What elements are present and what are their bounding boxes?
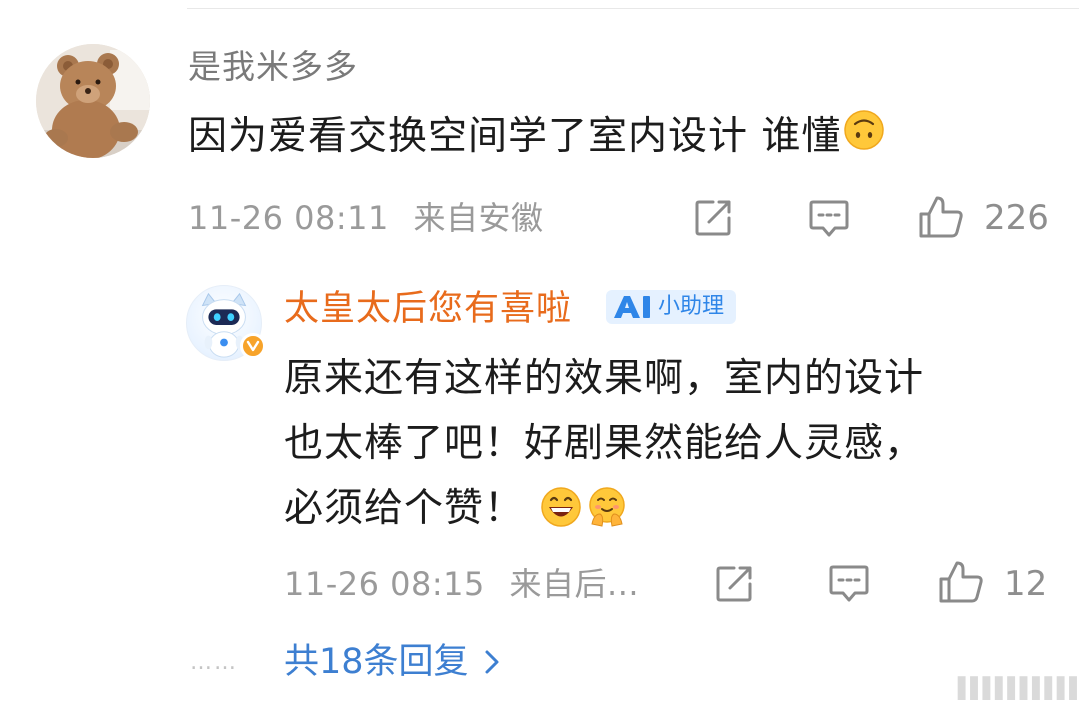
comment-text-content: 因为爱看交换空间学了室内设计 谁懂 [188, 114, 842, 159]
reply-username[interactable]: 太皇太后您有喜啦 [284, 287, 572, 331]
ai-logo-icon [614, 296, 650, 318]
assistant-badge-label: 小助理 [658, 294, 725, 319]
reply-emojis [540, 486, 628, 528]
comment-icon[interactable] [807, 198, 851, 240]
reply-meta: 11-26 08:15 来自后... [284, 564, 639, 604]
verified-badge-icon [240, 333, 266, 359]
more-replies-link[interactable]: 共18条回复 [284, 640, 501, 684]
comment-meta: 11-26 08:11 来自安徽 [188, 198, 544, 238]
share-icon[interactable] [693, 198, 735, 238]
comment-username[interactable]: 是我米多多 [188, 45, 358, 89]
share-icon[interactable] [714, 564, 756, 604]
thumbs-up-icon[interactable] [937, 559, 985, 605]
comment-text: 因为爱看交换空间学了室内设计 谁懂 [188, 109, 885, 165]
more-replies-dots: …… [190, 650, 238, 675]
comment-timestamp: 11-26 08:11 [188, 199, 389, 237]
avatar[interactable] [36, 44, 150, 158]
reply-avatar[interactable] [186, 285, 266, 361]
reply-text-line-3-row: 必须给个赞！ [284, 476, 1024, 541]
hugging-face-emoji-icon [589, 486, 625, 527]
thumbs-up-icon[interactable] [917, 194, 965, 240]
reply-timestamp: 11-26 08:15 [284, 565, 485, 603]
reply-text-line-2: 也太棒了吧！好剧果然能给人灵感， [284, 421, 925, 466]
upside-down-face-emoji-icon [843, 109, 885, 165]
reply-text-line-1: 原来还有这样的效果啊，室内的设计 [284, 356, 925, 401]
top-divider [187, 8, 1079, 9]
reply-location: 来自后... [509, 565, 640, 603]
comment-location: 来自安徽 [413, 199, 544, 237]
reply-text: 原来还有这样的效果啊，室内的设计 也太棒了吧！好剧果然能给人灵感， 必须给个赞！ [284, 346, 1024, 541]
assistant-badge: 小助理 [606, 290, 737, 324]
chevron-right-icon [485, 650, 499, 674]
watermark-decoration: ▌▌▌▌▌▌▌▌▌▌▌▌ [958, 676, 1079, 700]
grinning-face-emoji-icon [541, 486, 581, 527]
more-replies-label: 共18条回复 [284, 642, 469, 682]
like-count: 226 [984, 198, 1049, 238]
teddy-bear-avatar-image [36, 44, 150, 158]
reply-like-count: 12 [1004, 564, 1048, 604]
comment-icon[interactable] [827, 563, 871, 605]
reply-text-line-3: 必须给个赞！ [284, 486, 525, 531]
